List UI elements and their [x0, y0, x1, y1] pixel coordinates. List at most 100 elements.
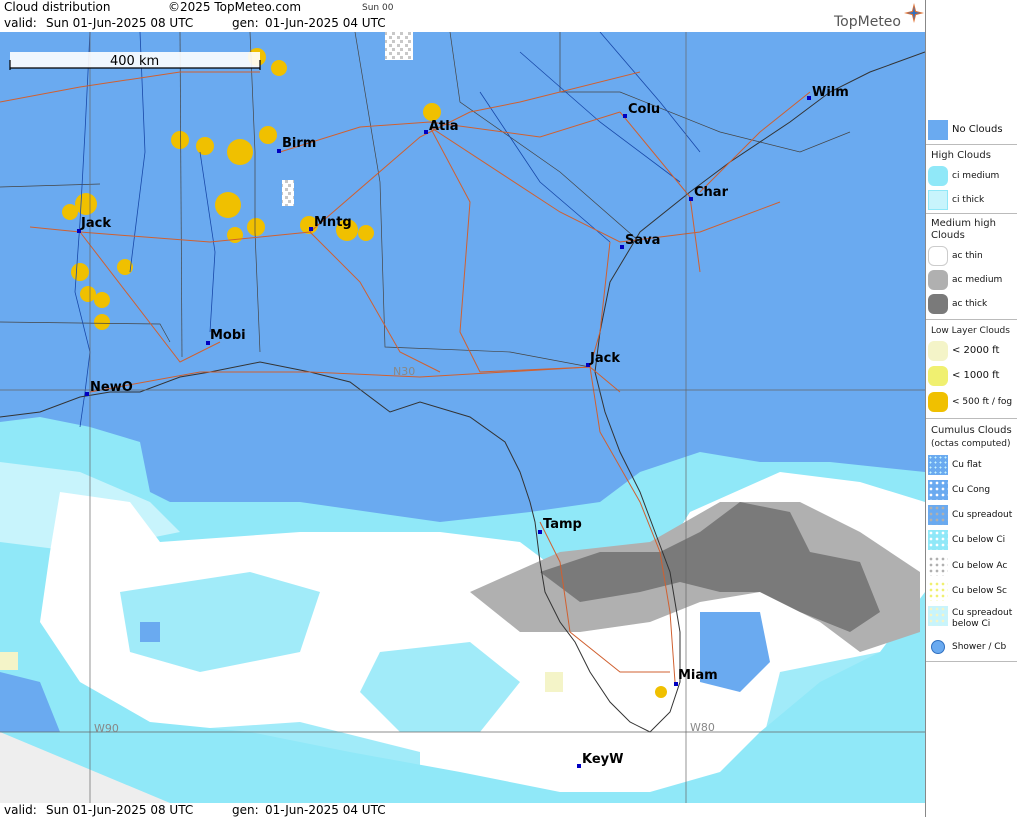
legend-label: below Ci: [952, 619, 991, 629]
footer-valid-label: valid:: [4, 803, 37, 817]
legend-panel: No Clouds High Clouds ci medium ci thick…: [925, 0, 1017, 817]
city-label-mntg: Mntg: [314, 215, 352, 230]
swatch-no-clouds: [928, 120, 948, 140]
legend-shower: Shower / Cb: [928, 637, 1017, 657]
legend-cu-title-2: (octas computed): [931, 439, 1011, 449]
valid-value: Sun 01-Jun-2025 08 UTC: [46, 16, 194, 30]
city-label-mobi: Mobi: [210, 328, 246, 343]
city-label-miam: Miam: [678, 668, 718, 683]
legend-ac-thick: ac thick: [928, 294, 1017, 314]
legend-cu-below-ci: Cu below Ci: [928, 530, 1017, 550]
gen-label: gen:: [232, 16, 259, 30]
swatch-ci-medium: [928, 166, 948, 186]
brand-star-icon: [904, 3, 924, 23]
legend-label: ac thick: [952, 299, 988, 309]
legend-cu-below-sc: Cu below Sc: [928, 581, 1017, 601]
legend-divider: [926, 144, 1017, 145]
city-label-char: Char: [694, 185, 729, 200]
legend-label: Cu Cong: [952, 485, 991, 495]
legend-label: ac medium: [952, 275, 1003, 285]
grid-label-w80: W80: [690, 721, 715, 734]
legend-medium-title-1: Medium high: [931, 218, 996, 229]
swatch-cu-spread-ci: [928, 606, 948, 626]
legend-label: No Clouds: [952, 124, 1003, 135]
gen-value: 01-Jun-2025 04 UTC: [265, 16, 386, 30]
legend-label: Cu spreadout: [952, 608, 1013, 618]
legend-divider: [926, 418, 1017, 419]
legend-label: Cu flat: [952, 460, 982, 470]
city-label-jack-ms: Jack: [80, 216, 111, 231]
swatch-ac-medium: [928, 270, 948, 290]
legend-label: Cu below Ci: [952, 535, 1006, 545]
grid-label-n30: N30: [393, 365, 415, 378]
legend-cu-spread-ci: Cu spreadout below Ci: [928, 606, 1017, 632]
legend-divider: [926, 661, 1017, 662]
city-label-tamp: Tamp: [543, 517, 582, 532]
city-label-keyw: KeyW: [582, 752, 623, 767]
legend-no-clouds: No Clouds: [928, 120, 1017, 140]
legend-divider: [926, 319, 1017, 320]
legend-label: ci medium: [952, 171, 1000, 181]
swatch-cu-spreadout: [928, 505, 948, 525]
legend-ci-thick: ci thick: [928, 190, 1017, 210]
legend-label: Cu below Ac: [952, 561, 1008, 571]
swatch-low-500: [928, 392, 948, 412]
swatch-cu-below-sc: [928, 581, 948, 601]
city-label-birm: Birm: [282, 136, 316, 151]
scale-bar: 400 km: [9, 52, 261, 70]
swatch-cu-below-ci: [928, 530, 948, 550]
swatch-cu-flat: [928, 455, 948, 475]
legend-ac-thin: ac thin: [928, 246, 1017, 266]
swatch-ac-thin: [928, 246, 948, 266]
scale-bar-label: 400 km: [110, 54, 159, 69]
legend-ac-medium: ac medium: [928, 270, 1017, 290]
legend-label: < 500 ft / fog: [952, 397, 1013, 407]
legend-label: Cu spreadout: [952, 510, 1013, 520]
legend-cu-cong: Cu Cong: [928, 480, 1017, 500]
brand-logo-text: TopMeteo: [834, 14, 901, 30]
map-title: Cloud distribution: [4, 0, 111, 14]
grid-label-w90: W90: [94, 722, 119, 735]
model-run: Sun 00: [362, 3, 394, 13]
legend-cu-title-1: Cumulus Clouds: [931, 425, 1012, 436]
footer-gen-label: gen:: [232, 803, 259, 817]
swatch-low-2000: [928, 341, 948, 361]
legend-low-2000: < 2000 ft: [928, 341, 1017, 361]
legend-label: ac thin: [952, 251, 983, 261]
legend-divider: [926, 213, 1017, 214]
swatch-ci-thick: [928, 190, 948, 210]
city-label-sava: Sava: [625, 233, 660, 248]
map-footer: valid: Sun 01-Jun-2025 08 UTC gen: 01-Ju…: [0, 803, 925, 817]
legend-high-title: High Clouds: [931, 150, 991, 161]
footer-valid-value: Sun 01-Jun-2025 08 UTC: [46, 803, 194, 817]
legend-low-title: Low Layer Clouds: [931, 326, 1010, 336]
legend-label: Cu below Sc: [952, 586, 1007, 596]
legend-low-1000: < 1000 ft: [928, 366, 1017, 386]
city-label-newo: NewO: [90, 380, 133, 395]
legend-label: < 1000 ft: [952, 370, 1000, 381]
legend-ci-medium: ci medium: [928, 166, 1017, 186]
footer-gen-value: 01-Jun-2025 04 UTC: [265, 803, 386, 817]
legend-cu-spreadout: Cu spreadout: [928, 505, 1017, 525]
city-label-wilm: Wilm: [812, 85, 849, 100]
valid-label: valid:: [4, 16, 37, 30]
cloud-map-canvas: N30 W90 W80 400 km Wilm Colu Atla Birm C…: [0, 32, 925, 803]
legend-label: ci thick: [952, 195, 985, 205]
swatch-cu-below-ac: [928, 556, 948, 576]
swatch-cu-cong: [928, 480, 948, 500]
city-label-jack-fl: Jack: [589, 351, 620, 366]
cloud-map[interactable]: N30 W90 W80 400 km Wilm Colu Atla Birm C…: [0, 32, 925, 803]
legend-medium-title-2: Clouds: [931, 230, 965, 241]
legend-label: < 2000 ft: [952, 345, 1000, 356]
legend-cu-below-ac: Cu below Ac: [928, 556, 1017, 576]
swatch-low-1000: [928, 366, 948, 386]
legend-cu-flat: Cu flat: [928, 455, 1017, 475]
map-header: Cloud distribution ©2025 TopMeteo.com Su…: [0, 0, 925, 32]
shower-cb-icon: [931, 640, 945, 654]
swatch-ac-thick: [928, 294, 948, 314]
legend-label: Shower / Cb: [952, 642, 1007, 652]
swatch-shower: [928, 637, 948, 657]
legend-low-500: < 500 ft / fog: [928, 392, 1017, 412]
city-label-atla: Atla: [429, 119, 459, 134]
copyright: ©2025 TopMeteo.com: [168, 0, 302, 14]
